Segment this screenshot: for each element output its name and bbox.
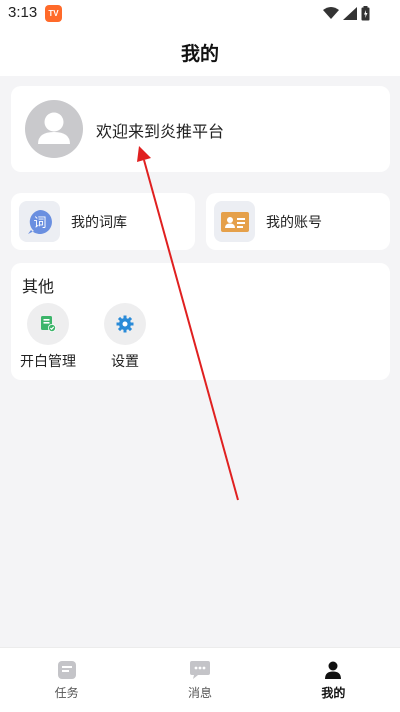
lexicon-icon-box: 词 [19,201,60,242]
welcome-text: 欢迎来到炎推平台 [96,122,225,141]
my-lexicon-label: 我的词库 [71,215,127,231]
avatar[interactable] [25,100,83,158]
bottom-tab-bar: 任务 消息 我的 [0,647,400,712]
settings-icon-circle [104,303,146,345]
tab-mine[interactable]: 我的 [267,648,400,712]
whitelist-management-label: 开白管理 [20,354,76,370]
whitelist-management-button[interactable]: 开白管理 [13,303,83,371]
my-lexicon-button[interactable]: 词 我的词库 [11,193,195,250]
settings-gear-icon [116,315,134,333]
status-bar: 3:13 TV [0,0,400,28]
section-title: 其他 [22,277,55,296]
task-icon [57,661,76,679]
page-title: 我的 [180,42,219,65]
status-icons [323,6,370,21]
message-icon [189,661,210,679]
tab-messages-label: 消息 [187,686,212,700]
settings-button[interactable]: 设置 [90,303,160,371]
whitelist-icon-circle [27,303,69,345]
settings-label: 设置 [111,354,139,370]
app-notification-icon: TV [45,5,62,22]
tab-mine-label: 我的 [321,686,346,700]
my-account-label: 我的账号 [266,215,322,231]
tab-task[interactable]: 任务 [0,648,133,712]
battery-icon [361,6,370,21]
default-avatar-icon [38,112,70,144]
lexicon-icon: 词 [27,209,52,234]
other-section: 其他 开白管理 设置 [11,263,390,380]
svg-text:词: 词 [33,216,46,231]
whitelist-icon [41,316,56,332]
wifi-icon [323,7,339,19]
tab-messages[interactable]: 消息 [133,648,266,712]
account-icon-box [214,201,255,242]
title-bar: 我的 [0,28,400,76]
account-card-icon [220,211,249,232]
profile-icon [325,661,342,679]
signal-icon [343,7,357,20]
tab-task-label: 任务 [54,686,79,700]
profile-card[interactable]: 欢迎来到炎推平台 [11,86,390,172]
my-account-button[interactable]: 我的账号 [206,193,390,250]
status-time: 3:13 [8,4,38,21]
